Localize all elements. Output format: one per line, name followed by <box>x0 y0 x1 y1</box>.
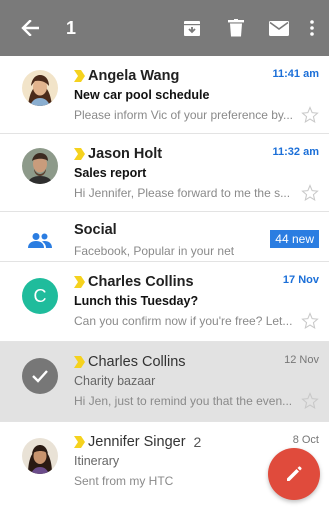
important-marker-icon <box>74 276 85 288</box>
sender-name: Charles Collins <box>88 354 186 370</box>
message-time: 11:32 am <box>272 146 319 158</box>
category-row-social[interactable]: Social Facebook, Popular in your net 44 … <box>0 212 329 262</box>
people-icon <box>28 233 52 248</box>
sender-line: Jennifer Singer 2 <box>74 433 319 451</box>
message-row[interactable]: Angela Wang 11:41 am New car pool schedu… <box>0 56 329 134</box>
message-snippet: Can you confirm now if you're free? Let.… <box>74 314 293 328</box>
category-title: Social <box>74 222 117 238</box>
avatar-letter: C <box>33 285 47 306</box>
avatar[interactable] <box>22 148 58 184</box>
message-snippet: Sent from my HTC <box>74 474 174 488</box>
avatar[interactable]: C <box>22 278 58 314</box>
sender-name: Jason Holt <box>88 146 163 162</box>
pencil-icon <box>287 466 302 481</box>
sender-line: Charles Collins <box>74 353 319 371</box>
contact-photo-icon <box>22 438 58 474</box>
delete-button[interactable] <box>222 0 250 56</box>
message-snippet: Hi Jen, just to remind you that the even… <box>74 394 293 408</box>
thread-count: 2 <box>193 434 202 450</box>
contact-photo-icon <box>22 148 58 184</box>
avatar[interactable] <box>22 438 58 474</box>
important-marker-icon <box>74 356 85 368</box>
message-time: 12 Nov <box>284 354 319 366</box>
avatar[interactable] <box>22 70 58 106</box>
message-row[interactable]: Jason Holt 11:32 am Sales report Hi Jenn… <box>0 134 329 212</box>
message-subject: Itinerary <box>74 454 120 468</box>
message-row-selected[interactable]: Charles Collins 12 Nov Charity bazaar Hi… <box>0 342 329 422</box>
compose-button[interactable] <box>268 448 320 500</box>
message-subject: Charity bazaar <box>74 374 156 388</box>
star-icon[interactable] <box>301 184 319 202</box>
arrow-left-icon <box>21 20 39 36</box>
message-subject: New car pool schedule <box>74 88 210 102</box>
check-icon <box>32 370 48 383</box>
message-snippet: Hi Jennifer, Please forward to me the s.… <box>74 186 291 200</box>
selected-count: 1 <box>66 18 77 38</box>
sender-name: Angela Wang <box>88 68 180 84</box>
action-toolbar: 1 <box>0 0 329 56</box>
star-icon[interactable] <box>301 106 319 124</box>
new-count-badge: 44 new <box>270 230 319 248</box>
message-subject: Sales report <box>74 166 147 180</box>
important-marker-icon <box>74 148 85 160</box>
message-snippet: Please inform Vic of your preference by.… <box>74 108 293 122</box>
message-subject: Lunch this Tuesday? <box>74 294 199 308</box>
message-time: 17 Nov <box>282 274 319 286</box>
star-icon[interactable] <box>301 312 319 330</box>
message-time: 8 Oct <box>292 434 319 446</box>
trash-icon <box>228 19 244 37</box>
archive-button[interactable] <box>178 0 206 56</box>
contact-photo-icon <box>22 70 58 106</box>
message-row[interactable]: C Charles Collins 17 Nov Lunch this Tues… <box>0 262 329 342</box>
back-button[interactable] <box>12 0 48 56</box>
mark-read-button[interactable] <box>264 0 294 56</box>
avatar-selected[interactable] <box>22 358 58 394</box>
more-options-button[interactable] <box>302 0 322 56</box>
category-snippet: Facebook, Popular in your net <box>74 244 235 258</box>
important-marker-icon <box>74 70 85 82</box>
important-marker-icon <box>74 436 85 448</box>
more-vert-icon <box>310 20 314 36</box>
sender-name: Charles Collins <box>88 274 194 290</box>
message-time: 11:41 am <box>272 68 319 80</box>
archive-icon <box>184 21 200 36</box>
sender-name: Jennifer Singer <box>88 434 186 450</box>
star-icon[interactable] <box>301 392 319 410</box>
mail-icon <box>269 20 289 36</box>
